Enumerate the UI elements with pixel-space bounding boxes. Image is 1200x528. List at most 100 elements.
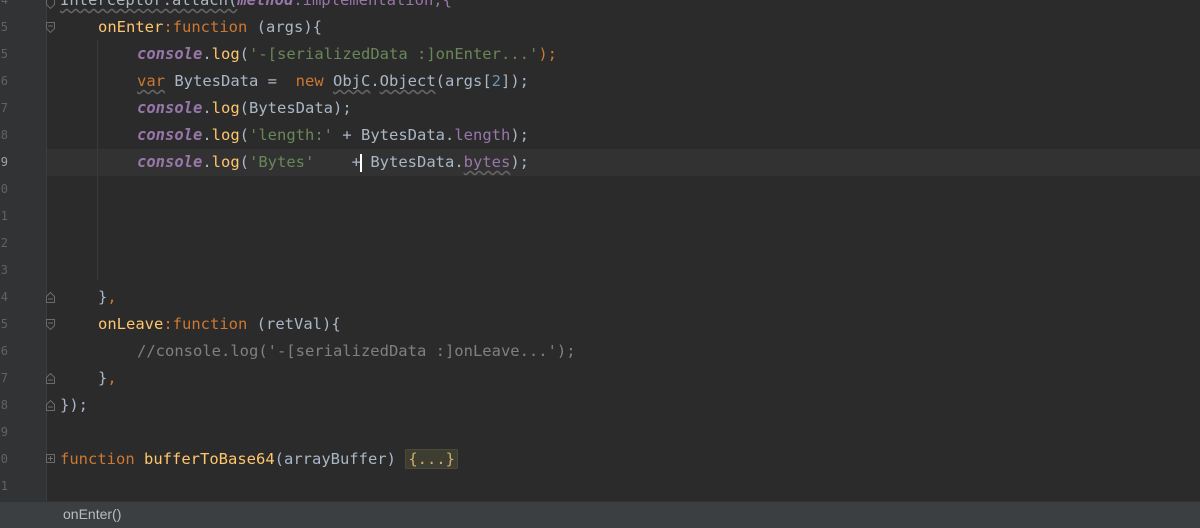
code-line[interactable]: //console.log('-[serializedData :]onLeav… bbox=[137, 338, 576, 365]
code-line[interactable]: }, bbox=[98, 284, 117, 311]
code-line[interactable]: onEnter:function (args){ bbox=[98, 14, 322, 41]
line-number: 6 bbox=[0, 344, 8, 358]
code-token: BytesData. bbox=[361, 153, 464, 171]
fold-marker-icon[interactable] bbox=[46, 400, 55, 411]
code-token: var bbox=[137, 72, 165, 90]
code-line[interactable]: }); bbox=[60, 392, 88, 419]
code-token: 'length:' bbox=[249, 126, 334, 144]
code-token: Interceptor.attach( bbox=[60, 0, 238, 9]
code-token: (arrayBuffer) bbox=[274, 450, 406, 468]
code-token: }); bbox=[60, 396, 88, 414]
code-token: length bbox=[454, 126, 511, 144]
line-number: 1 bbox=[0, 479, 8, 493]
code-token: . bbox=[202, 99, 212, 117]
code-token: ( bbox=[239, 126, 250, 144]
code-line[interactable]: Interceptor.attach(method.implementation… bbox=[60, 0, 452, 14]
code-token: bytes bbox=[463, 153, 511, 171]
code-token: .implementation,{ bbox=[293, 0, 452, 9]
code-token: '-[serializedData :]onEnter...' bbox=[249, 45, 539, 63]
code-comment: //console.log('-[serializedData :]onLeav… bbox=[137, 342, 576, 360]
line-number: 5 bbox=[0, 47, 8, 61]
code-token: } bbox=[98, 288, 108, 306]
code-token: function bbox=[60, 450, 135, 468]
code-token: , bbox=[107, 369, 117, 387]
folded-code-region[interactable]: {...} bbox=[405, 449, 458, 469]
code-token: (args[ bbox=[435, 72, 492, 90]
line-number: 4 bbox=[0, 290, 8, 304]
line-number: 6 bbox=[0, 74, 8, 88]
line-number: 5 bbox=[0, 20, 8, 34]
line-number: 7 bbox=[0, 101, 8, 115]
code-token: function bbox=[172, 315, 248, 333]
breadcrumb-item[interactable]: onEnter() bbox=[63, 506, 121, 522]
code-line[interactable]: function bufferToBase64(arrayBuffer) {..… bbox=[60, 446, 458, 473]
code-token: log bbox=[211, 126, 240, 144]
breadcrumb-bar: onEnter() bbox=[0, 501, 1200, 528]
code-line[interactable]: console.log('-[serializedData :]onEnter.… bbox=[137, 41, 557, 68]
code-token: bufferToBase64 bbox=[144, 450, 275, 468]
code-token: (args){ bbox=[247, 18, 322, 36]
code-token: console bbox=[137, 126, 203, 144]
line-number: 0 bbox=[0, 182, 8, 196]
indent-guide bbox=[97, 40, 98, 280]
line-number: 9 bbox=[0, 425, 8, 439]
folded-code-placeholder: {...} bbox=[408, 450, 455, 468]
code-token: } bbox=[98, 369, 108, 387]
code-token: ); bbox=[538, 45, 557, 63]
code-token: log bbox=[211, 99, 240, 117]
code-token: (retVal){ bbox=[247, 315, 341, 333]
code-token: , bbox=[107, 288, 117, 306]
code-token: Object bbox=[379, 72, 436, 90]
line-number: 8 bbox=[0, 398, 8, 412]
fold-marker-icon[interactable] bbox=[46, 373, 55, 384]
line-number: 7 bbox=[0, 371, 8, 385]
code-token: . bbox=[202, 45, 212, 63]
line-number-current: 9 bbox=[0, 155, 8, 169]
gutter-divider bbox=[46, 0, 47, 501]
code-token: function bbox=[172, 18, 248, 36]
code-token: ObjC bbox=[333, 72, 371, 90]
code-token: + BytesData. bbox=[333, 126, 455, 144]
code-token: + bbox=[314, 153, 362, 171]
code-token: onEnter bbox=[98, 18, 164, 36]
code-token: log bbox=[211, 153, 240, 171]
code-line[interactable]: console.log('length:' + BytesData.length… bbox=[137, 122, 529, 149]
fold-marker-icon[interactable] bbox=[46, 454, 55, 465]
code-token: console bbox=[137, 99, 203, 117]
code-token: ); bbox=[510, 126, 530, 144]
code-token: ); bbox=[510, 153, 530, 171]
code-editor[interactable]: 4 5 5 6 7 8 9 0 1 2 3 4 5 6 7 8 9 0 1 In… bbox=[0, 0, 1200, 501]
code-line[interactable]: onLeave:function (retVal){ bbox=[98, 311, 341, 338]
line-number: 1 bbox=[0, 209, 8, 223]
code-token: log bbox=[211, 45, 240, 63]
code-token: 'Bytes' bbox=[249, 153, 315, 171]
code-token: : bbox=[163, 18, 173, 36]
line-number: 4 bbox=[0, 0, 8, 7]
code-token: . bbox=[202, 153, 212, 171]
code-token: . bbox=[202, 126, 212, 144]
fold-marker-icon[interactable] bbox=[46, 292, 55, 303]
code-line[interactable]: }, bbox=[98, 365, 117, 392]
code-token: 2 bbox=[491, 72, 502, 90]
code-token: method bbox=[237, 0, 294, 9]
code-token: ]); bbox=[501, 72, 530, 90]
code-token: BytesData = bbox=[165, 72, 296, 90]
fold-marker-icon[interactable] bbox=[46, 22, 55, 33]
code-token: console bbox=[137, 45, 203, 63]
line-number: 8 bbox=[0, 128, 8, 142]
code-line-current[interactable]: console.log('Bytes' + BytesData.bytes); bbox=[137, 149, 529, 176]
code-token: onLeave bbox=[98, 315, 164, 333]
code-token: ( bbox=[239, 153, 250, 171]
fold-marker-icon[interactable] bbox=[46, 0, 55, 9]
code-token: ( bbox=[239, 45, 250, 63]
code-token: . bbox=[370, 72, 380, 90]
fold-marker-icon[interactable] bbox=[46, 319, 55, 330]
code-token: : bbox=[163, 315, 173, 333]
line-number: 5 bbox=[0, 317, 8, 331]
line-number: 0 bbox=[0, 452, 8, 466]
code-line[interactable]: var BytesData = new ObjC.Object(args[2])… bbox=[137, 68, 529, 95]
code-line[interactable]: console.log(BytesData); bbox=[137, 95, 352, 122]
code-token: console bbox=[137, 153, 203, 171]
